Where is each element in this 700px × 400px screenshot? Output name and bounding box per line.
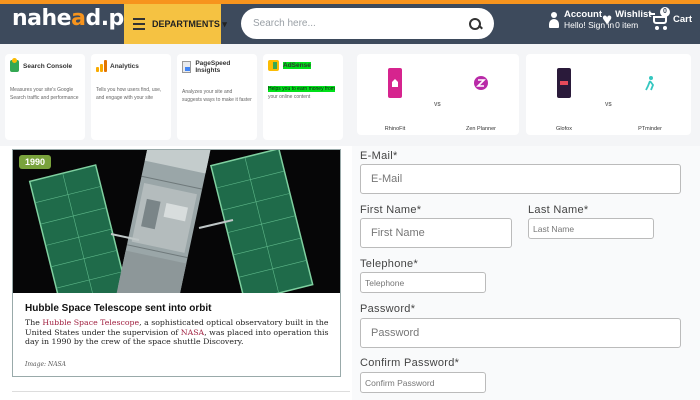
logo-accent: a	[71, 6, 86, 31]
wishlist-title: Wishlist	[615, 9, 652, 20]
password-label: Password*	[360, 303, 416, 315]
vs-label: VS	[434, 102, 441, 108]
hubble-link[interactable]: Hubble Space Telescope	[42, 318, 139, 327]
hubble-photo: 1990	[13, 150, 340, 293]
wishlist-link[interactable]: ♥ Wishlist 0 item	[602, 9, 651, 30]
tool-card-search-console[interactable]: Search Console Measures your site's Goog…	[5, 54, 85, 140]
site-logo[interactable]: nahead.pk	[12, 6, 138, 31]
hamburger-icon	[133, 18, 145, 30]
search-bar[interactable]: Search here...	[241, 8, 494, 39]
email-label: E-Mail*	[360, 150, 398, 162]
analytics-icon	[96, 60, 107, 72]
tool-card-pagespeed[interactable]: PageSpeed Insights Analyzes your site an…	[177, 54, 257, 140]
tools-strip: Search Console Measures your site's Goog…	[0, 44, 700, 146]
cart-badge: 0	[660, 7, 670, 17]
compare-left-name: Glofox	[556, 126, 572, 132]
divider	[12, 391, 350, 392]
telephone-label: Telephone*	[360, 258, 419, 270]
article-title[interactable]: Hubble Space Telescope sent into orbit	[25, 303, 212, 314]
nasa-link[interactable]: NASA	[181, 328, 204, 337]
tool-description-highlight: Helps you to earn money from	[268, 86, 335, 92]
departments-label: DEPARTMENTS ▾	[152, 18, 227, 29]
tool-description: Measures your site's Google Search traff…	[10, 87, 79, 101]
search-icon[interactable]	[468, 17, 482, 31]
comparison-card-glofox-ptminder[interactable]: VS Glofox PTminder	[526, 54, 691, 135]
email-field[interactable]	[360, 164, 681, 194]
first-name-field[interactable]	[360, 218, 512, 248]
on-this-day-card[interactable]: 1990 Hubble Space Telescope sent into or…	[12, 149, 341, 377]
cart-link[interactable]: 0 Cart	[650, 7, 693, 30]
search-console-icon	[10, 58, 19, 72]
cart-label: Cart	[673, 13, 693, 25]
wishlist-count: 0 item	[615, 20, 639, 30]
tool-name: PageSpeed Insights	[195, 60, 231, 74]
cart-icon: 0	[650, 7, 670, 30]
heart-icon: ♥	[602, 10, 613, 29]
tool-name: Analytics	[110, 62, 139, 70]
compare-right-name: Zen Planner	[466, 126, 496, 132]
zen-planner-logo	[474, 68, 488, 98]
tool-card-adsense[interactable]: AdSense Helps you to earn money from you…	[263, 54, 343, 140]
tool-card-analytics[interactable]: Analytics Tells you how users find, use,…	[91, 54, 171, 140]
confirm-password-label: Confirm Password*	[360, 357, 460, 369]
departments-button[interactable]: DEPARTMENTS ▾	[124, 4, 227, 44]
year-badge: 1990	[19, 155, 52, 169]
last-name-field[interactable]	[528, 218, 654, 239]
adsense-icon	[268, 60, 279, 71]
tool-name: AdSense	[283, 62, 311, 69]
comparison-card-rhinofit-zenplanner[interactable]: VS RhinoFit Zen Planner	[357, 54, 519, 135]
confirm-password-field[interactable]	[360, 372, 486, 393]
compare-left-name: RhinoFit	[384, 126, 406, 132]
tool-description: your online content	[268, 94, 311, 100]
vs-label: VS	[605, 102, 612, 108]
password-field[interactable]	[360, 318, 681, 348]
ptminder-logo	[643, 68, 657, 98]
user-icon	[548, 10, 560, 30]
tool-name: Search Console	[23, 62, 73, 70]
tool-description: Analyzes your site and suggests ways to …	[182, 89, 252, 103]
first-name-label: First Name*	[360, 204, 422, 216]
glofox-logo	[557, 68, 571, 98]
tool-description: Tells you how users find, use, and engag…	[96, 87, 162, 101]
last-name-label: Last Name*	[528, 204, 589, 216]
search-input[interactable]: Search here...	[253, 18, 468, 29]
article-body: The Hubble Space Telescope, a sophistica…	[25, 318, 329, 346]
pagespeed-icon	[182, 61, 192, 73]
telephone-field[interactable]	[360, 272, 486, 293]
compare-right-name: PTminder	[638, 126, 662, 132]
image-credit: Image: NASA	[25, 361, 66, 368]
logo-text: nahe	[12, 6, 72, 31]
rhinofit-logo	[388, 68, 402, 98]
